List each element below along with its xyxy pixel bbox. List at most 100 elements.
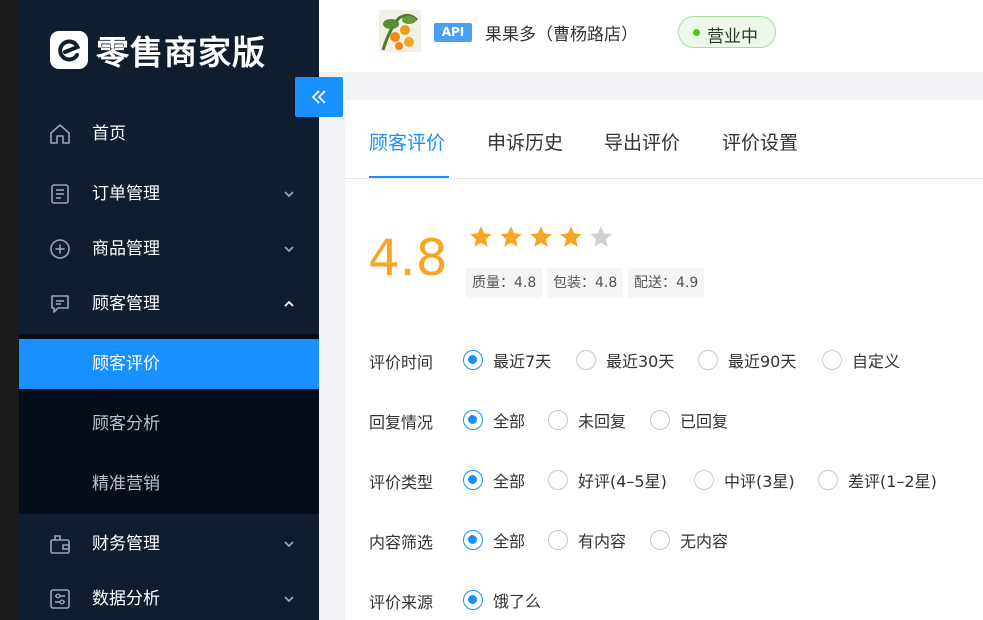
top-header: API 果果多（曹杨路店） 营业中 [319,0,983,72]
sidebar-subitem-label: 精准营销 [92,474,160,494]
tab-review-settings[interactable]: 评价设置 [722,128,798,155]
chevron-down-icon [284,596,294,603]
star-empty-icon [590,226,612,247]
filter-reply-status: 回复情况 全部 未回复 已回复 [345,406,983,434]
radio-unchecked-icon [698,350,718,370]
radio-neutral[interactable]: 中评(3星) [694,466,795,494]
radio-positive[interactable]: 好评(4–5星) [548,466,667,494]
sidebar-subitem-label: 顾客分析 [92,414,160,434]
delivery-score: 配送：4.9 [628,268,705,298]
radio-unchecked-icon [548,410,568,430]
radio-last-7-days[interactable]: 最近7天 [463,346,551,374]
tabs-divider [345,178,983,179]
packaging-score: 包装：4.8 [547,268,624,298]
chevron-up-icon [284,300,294,307]
store-avatar [379,10,421,52]
radio-has-content[interactable]: 有内容 [548,526,626,554]
overall-score: 4.8 [368,229,448,287]
radio-label: 饿了么 [493,592,542,611]
filter-review-source: 评价来源 饿了么 [345,586,983,614]
wallet-icon [50,535,70,554]
radio-unchecked-icon [818,470,838,490]
radio-label: 最近7天 [493,352,552,371]
radio-no-content[interactable]: 无内容 [650,526,728,554]
tab-appeal-history[interactable]: 申诉历史 [487,128,563,155]
radio-negative[interactable]: 差评(1–2星) [818,466,937,494]
sidebar-item-data[interactable]: 数据分析 [19,573,319,620]
rating-stars [466,224,616,250]
reviews-panel: 顾客评价 申诉历史 导出评价 评价设置 4.8 质量：4.8 包装：4.8 配送… [345,100,983,620]
radio-not-replied[interactable]: 未回复 [548,406,626,434]
sidebar-item-home[interactable]: 首页 [19,108,319,160]
sidebar-item-label: 首页 [92,124,126,144]
comment-icon [51,295,69,313]
radio-label: 中评(3星) [724,472,795,491]
star-filled-icon [530,226,552,247]
radio-source-eleme[interactable]: 饿了么 [463,586,541,614]
radio-content-all[interactable]: 全部 [463,526,525,554]
radio-label: 好评(4–5星) [578,472,667,491]
sidebar-item-orders[interactable]: 订单管理 [19,168,319,220]
star-filled-icon [470,226,492,247]
filter-label: 回复情况 [369,413,434,432]
tab-customer-reviews[interactable]: 顾客评价 [369,128,445,155]
collapse-sidebar-button[interactable] [295,77,343,117]
sidebar-item-finance[interactable]: 财务管理 [19,518,319,570]
filter-label: 评价类型 [369,473,434,492]
radio-type-all[interactable]: 全部 [463,466,525,494]
radio-replied[interactable]: 已回复 [650,406,728,434]
radio-unchecked-icon [822,350,842,370]
radio-label: 差评(1–2星) [848,472,937,491]
filter-label: 评价时间 [369,353,434,372]
radio-checked-icon [463,530,483,550]
double-chevron-left-icon [311,90,326,104]
radio-last-30-days[interactable]: 最近30天 [576,346,674,374]
radio-checked-icon [463,590,483,610]
radio-checked-icon [463,470,483,490]
store-name[interactable]: 果果多（曹杨路店） [485,20,638,45]
radio-last-90-days[interactable]: 最近90天 [698,346,796,374]
sidebar-item-label: 财务管理 [92,534,160,554]
sidebar-subitem-analysis[interactable]: 顾客分析 [19,399,319,449]
radio-label: 无内容 [680,532,729,551]
sidebar-item-label: 订单管理 [92,184,160,204]
radio-unchecked-icon [548,530,568,550]
radio-label: 全部 [493,532,526,551]
tab-export-reviews[interactable]: 导出评价 [604,128,680,155]
radio-label: 已回复 [680,412,729,431]
window-edge [0,0,19,620]
app-name: 零售商家版 [96,33,266,72]
radio-unchecked-icon [548,470,568,490]
sliders-icon [50,589,70,609]
radio-label: 最近90天 [728,352,797,371]
status-dot-icon [693,29,700,36]
logo-e-icon [50,31,88,69]
chevron-down-icon [284,191,294,198]
plus-circle-icon [50,239,70,259]
sidebar-item-products[interactable]: 商品管理 [19,223,319,275]
star-filled-icon [560,226,582,247]
quality-score: 质量：4.8 [466,268,543,298]
chevron-down-icon [284,541,294,548]
sidebar-item-label: 顾客管理 [92,294,160,314]
sidebar-subitem-marketing[interactable]: 精准营销 [19,459,319,509]
radio-label: 有内容 [578,532,627,551]
store-status-badge[interactable]: 营业中 [678,16,776,48]
radio-label: 未回复 [578,412,627,431]
radio-label: 全部 [493,472,526,491]
star-filled-icon [500,226,522,247]
radio-checked-icon [463,410,483,430]
radio-checked-icon [463,350,483,370]
radio-unchecked-icon [576,350,596,370]
filter-review-type: 评价类型 全部 好评(4–5星) 中评(3星) 差评(1–2星) [345,466,983,494]
sidebar-item-label: 数据分析 [92,589,160,609]
sidebar-item-customers[interactable]: 顾客管理 [19,278,319,330]
radio-label: 自定义 [852,352,901,371]
sidebar-subitem-reviews[interactable]: 顾客评价 [19,339,319,389]
radio-reply-all[interactable]: 全部 [463,406,525,434]
filter-review-time: 评价时间 最近7天 最近30天 最近90天 自定义 [345,346,983,374]
filter-content: 内容筛选 全部 有内容 无内容 [345,526,983,554]
app-logo: 零售商家版 [50,26,266,74]
radio-label: 最近30天 [606,352,675,371]
radio-custom-range[interactable]: 自定义 [822,346,900,374]
